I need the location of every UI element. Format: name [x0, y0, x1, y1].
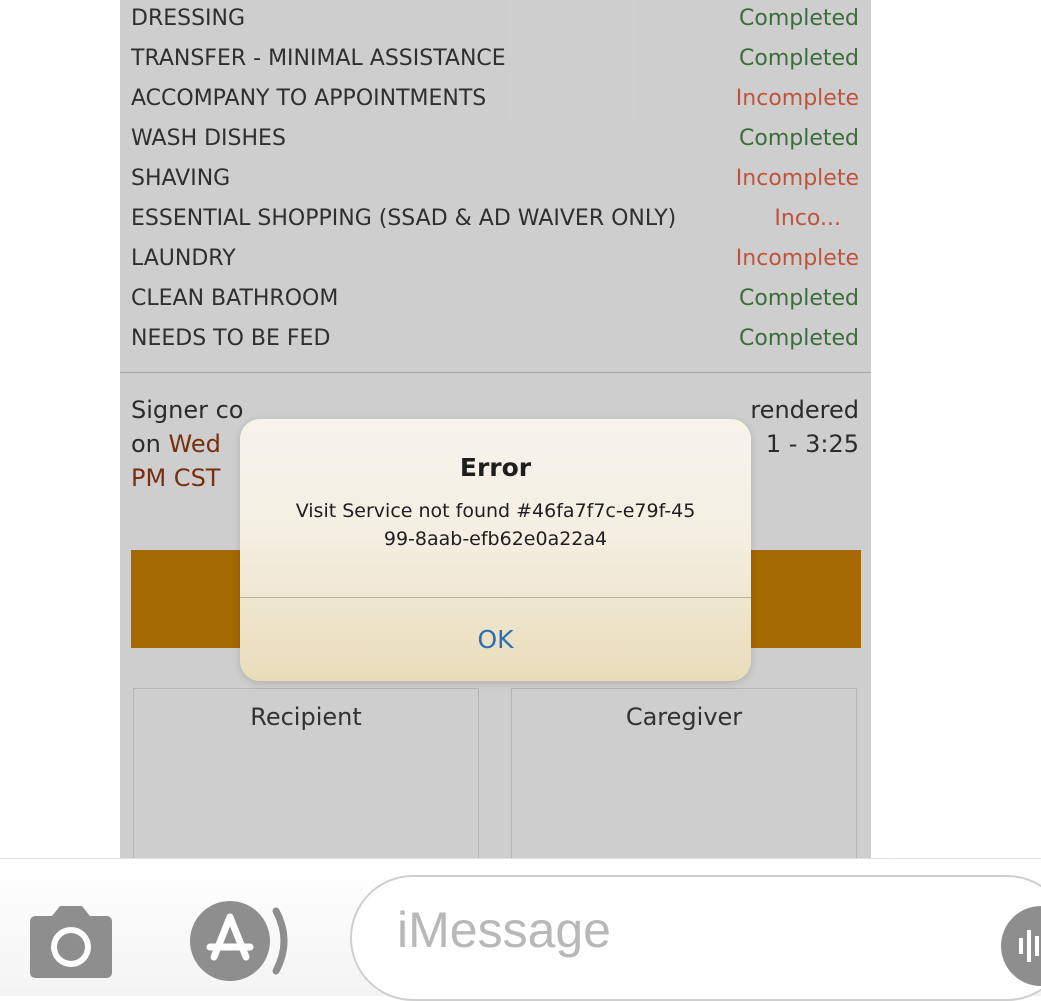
imessage-input[interactable]: iMessage	[350, 875, 1041, 1001]
camera-icon[interactable]	[22, 904, 120, 980]
imessage-placeholder: iMessage	[397, 902, 611, 958]
imessage-bar: iMessage	[0, 858, 1041, 1001]
alert-title: Error	[459, 453, 532, 482]
app-store-icon[interactable]	[188, 899, 300, 983]
alert-message-text: Visit Service not found #46fa7f7c-e79f-4…	[295, 500, 696, 550]
alert-message: Visit Service not found #46fa7f7c-e79f-4…	[260, 497, 731, 553]
error-alert: Error Visit Service not found #46fa7f7c-…	[240, 419, 751, 681]
audio-waveform-icon[interactable]	[1001, 906, 1041, 986]
ok-button[interactable]: OK	[240, 598, 751, 681]
